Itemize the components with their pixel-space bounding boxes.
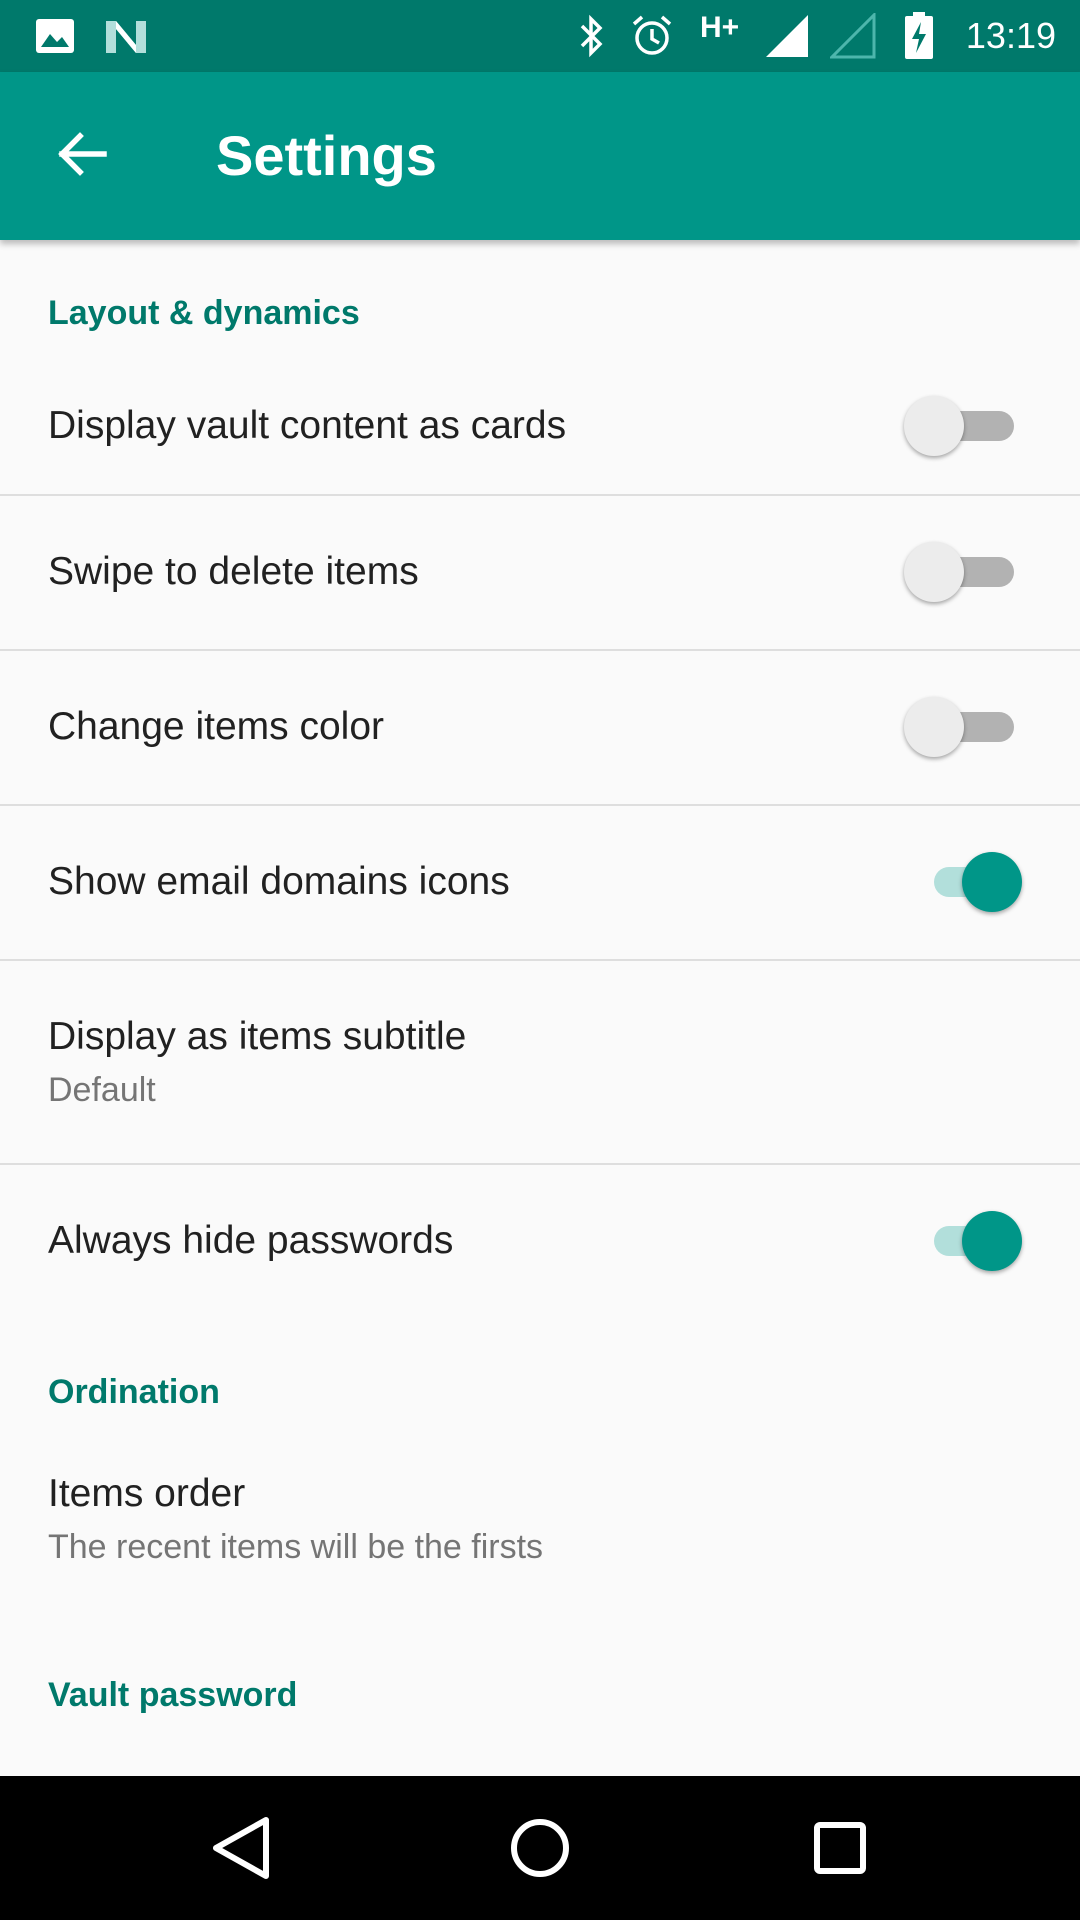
pref-summary: Default <box>48 1071 156 1109</box>
hide-passwords-switch[interactable] <box>926 1211 1022 1271</box>
pref-email-icons[interactable]: Show email domains icons <box>0 806 1080 961</box>
pref-items-order[interactable]: Items order The recent items will be the… <box>0 1440 1080 1640</box>
switch-thumb <box>904 542 964 602</box>
bluetooth-icon <box>578 0 606 72</box>
switch-thumb <box>904 697 964 757</box>
nav-recents-button[interactable] <box>800 1808 880 1888</box>
signal-icon <box>764 0 810 72</box>
app-bar: Settings <box>0 72 1080 240</box>
section-header-vault-password: Vault password <box>48 1676 298 1714</box>
pref-title: Change items color <box>48 705 384 748</box>
change-color-switch[interactable] <box>904 697 1022 757</box>
nav-back-button[interactable] <box>200 1808 280 1888</box>
pref-title: Items order <box>48 1472 246 1515</box>
status-bar: H+ 13:19 <box>0 0 1080 72</box>
pref-change-color[interactable]: Change items color <box>0 651 1080 806</box>
switch-thumb <box>962 852 1022 912</box>
page-title: Settings <box>216 124 437 187</box>
alarm-icon <box>630 0 674 72</box>
arrow-back-icon <box>56 128 108 185</box>
image-icon <box>36 0 74 72</box>
recents-square-icon <box>800 1822 880 1892</box>
pref-title: Show email domains icons <box>48 860 510 903</box>
section-header-ordination: Ordination <box>48 1373 220 1411</box>
pref-title: Swipe to delete items <box>48 550 419 593</box>
switch-thumb <box>962 1211 1022 1271</box>
nav-home-button[interactable] <box>500 1808 580 1888</box>
n-logo-icon <box>104 0 148 72</box>
pref-items-subtitle[interactable]: Display as items subtitle Default <box>0 961 1080 1165</box>
pref-title: Display as items subtitle <box>48 1015 467 1058</box>
network-type: H+ <box>700 11 740 44</box>
signal-empty-icon <box>830 0 876 72</box>
pref-title: Display vault content as cards <box>48 404 567 447</box>
navigation-bar <box>0 1776 1080 1920</box>
pref-display-cards[interactable]: Display vault content as cards <box>0 360 1080 496</box>
pref-title: Always hide passwords <box>48 1219 454 1262</box>
display-cards-switch[interactable] <box>904 396 1022 456</box>
email-icons-switch[interactable] <box>926 852 1022 912</box>
battery-charging-icon <box>904 0 934 72</box>
settings-list[interactable]: Layout & dynamics Display vault content … <box>0 240 1080 1776</box>
status-time: 13:19 <box>965 15 1056 56</box>
pref-swipe-delete[interactable]: Swipe to delete items <box>0 496 1080 651</box>
pref-summary: The recent items will be the firsts <box>48 1528 544 1566</box>
pref-hide-passwords[interactable]: Always hide passwords <box>0 1165 1080 1318</box>
section-header-layout: Layout & dynamics <box>48 294 360 332</box>
home-circle-icon <box>500 1819 580 1892</box>
back-triangle-icon <box>200 1817 280 1892</box>
switch-thumb <box>904 396 964 456</box>
back-button[interactable] <box>40 114 124 198</box>
swipe-delete-switch[interactable] <box>904 542 1022 602</box>
